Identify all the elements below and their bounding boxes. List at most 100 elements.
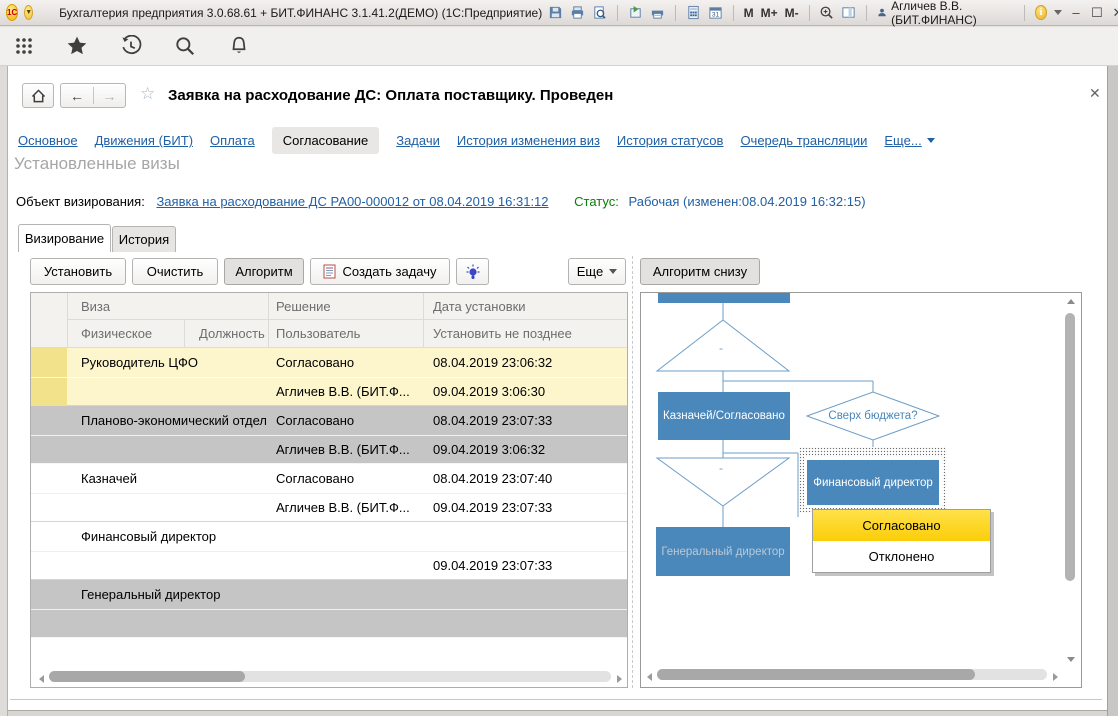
apps-grid-icon[interactable] — [14, 36, 34, 56]
close-button[interactable]: ✕ — [1111, 5, 1118, 21]
h-scrollbar-thumb[interactable] — [657, 669, 975, 680]
print-preview-icon[interactable] — [592, 4, 607, 21]
col-deadline[interactable]: Установить не позднее — [433, 319, 572, 348]
visa-cell[interactable]: Генеральный директор — [81, 580, 266, 609]
approval-flowchart[interactable]: - - Казначей/Согласовано Сверх бюджета? … — [640, 292, 1082, 688]
table-row[interactable]: Финансовый директор 09.04.2019 23:07:33 — [31, 522, 627, 580]
col-visa[interactable]: Виза — [81, 293, 110, 319]
notifications-bell-icon[interactable] — [228, 35, 250, 57]
panel-splitter[interactable] — [632, 256, 633, 688]
nav-link-broadcast-queue[interactable]: Очередь трансляции — [740, 133, 867, 148]
scroll-down-icon[interactable] — [1067, 657, 1075, 662]
col-person[interactable]: Физическое — [81, 319, 152, 348]
nav-link-payment[interactable]: Оплата — [210, 133, 255, 148]
object-link[interactable]: Заявка на расходование ДС РА00-000012 от… — [156, 194, 548, 209]
nav-link-main[interactable]: Основное — [18, 133, 78, 148]
scroll-left-icon[interactable] — [39, 675, 44, 683]
info-dropdown-icon[interactable] — [1054, 10, 1062, 15]
table-row[interactable]: Генеральный директор — [31, 580, 627, 638]
date-cell[interactable]: 08.04.2019 23:06:32 — [433, 348, 623, 377]
search-icon[interactable] — [174, 35, 196, 57]
favorite-star-icon[interactable]: ☆ — [140, 84, 155, 104]
deadline-cell[interactable]: 09.04.2019 3:06:32 — [433, 435, 623, 464]
tab-history[interactable]: История — [112, 226, 176, 252]
menu-item-approve[interactable]: Согласовано — [813, 510, 990, 541]
print-settings-icon[interactable] — [650, 4, 665, 21]
table-row[interactable]: Планово-экономический отдел Согласовано … — [31, 406, 627, 464]
tab-visa[interactable]: Визирование — [18, 224, 111, 252]
deadline-cell[interactable]: 09.04.2019 3:06:30 — [433, 377, 623, 406]
home-button[interactable] — [22, 83, 54, 108]
decision-cell[interactable]: Согласовано — [276, 348, 421, 377]
visa-table[interactable]: Виза Решение Дата установки Физическое Д… — [30, 292, 628, 688]
flow-node-treasurer[interactable]: Казначей/Согласовано — [658, 392, 790, 440]
menu-item-decline[interactable]: Отклонено — [813, 541, 990, 572]
more-button[interactable]: Еще — [568, 258, 626, 285]
visa-cell[interactable]: Финансовый директор — [81, 522, 266, 551]
user-cell[interactable]: Агличев В.В. (БИТ.Ф... — [276, 493, 421, 522]
svg-text:31: 31 — [712, 12, 720, 19]
nav-link-status-history[interactable]: История статусов — [617, 133, 724, 148]
scroll-up-icon[interactable] — [1067, 299, 1075, 304]
scroll-right-icon[interactable] — [617, 675, 622, 683]
nav-link-tasks[interactable]: Задачи — [396, 133, 440, 148]
favorites-star-icon[interactable] — [66, 35, 88, 57]
scroll-right-icon[interactable] — [1053, 673, 1058, 681]
print-icon[interactable] — [570, 4, 585, 21]
v-scrollbar-thumb[interactable] — [1065, 313, 1075, 581]
calendar-icon[interactable]: 31 — [708, 4, 723, 21]
history-icon[interactable] — [120, 35, 142, 57]
window-scrollbar[interactable] — [1107, 66, 1118, 716]
algorithm-button[interactable]: Алгоритм — [224, 258, 304, 285]
back-button[interactable]: ← — [61, 88, 93, 104]
table-row[interactable]: Руководитель ЦФО Согласовано 08.04.2019 … — [31, 348, 627, 406]
col-position[interactable]: Должность — [199, 319, 265, 348]
deadline-cell[interactable]: 09.04.2019 23:07:33 — [433, 493, 623, 522]
scroll-left-icon[interactable] — [647, 673, 652, 681]
nav-link-more[interactable]: Еще... — [884, 133, 934, 148]
flow-condition-over-budget[interactable]: Сверх бюджета? — [808, 404, 938, 428]
visa-cell[interactable]: Планово-экономический отдел — [81, 406, 266, 435]
decision-cell[interactable]: Согласовано — [276, 406, 421, 435]
flow-node-gen-director[interactable]: Генеральный директор — [656, 527, 790, 576]
memory-m-plus-button[interactable]: M+ — [761, 6, 778, 20]
col-date-set[interactable]: Дата установки — [433, 293, 526, 319]
user-cell[interactable]: Агличев В.В. (БИТ.Ф... — [276, 377, 421, 406]
visa-cell[interactable]: Руководитель ЦФО — [81, 348, 266, 377]
create-task-button[interactable]: Создать задачу — [310, 258, 450, 285]
flow-node-fin-director[interactable]: Финансовый директор — [807, 460, 939, 505]
main-menu-dropdown-icon[interactable]: ▼ — [24, 5, 33, 20]
set-visa-button[interactable]: Установить — [30, 258, 126, 285]
visa-cell[interactable]: Казначей — [81, 464, 266, 493]
info-icon[interactable]: i — [1035, 5, 1047, 20]
memory-m-button[interactable]: M — [744, 6, 754, 20]
clear-visa-button[interactable]: Очистить — [132, 258, 218, 285]
split-view-icon[interactable] — [841, 4, 856, 21]
divider — [733, 5, 734, 21]
date-cell[interactable]: 08.04.2019 23:07:40 — [433, 464, 623, 493]
save-icon[interactable] — [548, 4, 563, 21]
date-cell[interactable]: 08.04.2019 23:07:33 — [433, 406, 623, 435]
calculator-icon[interactable] — [686, 4, 701, 21]
table-row[interactable]: Казначей Согласовано 08.04.2019 23:07:40… — [31, 464, 627, 522]
task-document-icon — [323, 264, 336, 279]
memory-m-minus-button[interactable]: M- — [785, 6, 799, 20]
send-icon[interactable] — [628, 4, 643, 21]
hint-bulb-button[interactable] — [456, 258, 489, 285]
zoom-icon[interactable] — [819, 4, 834, 21]
current-user[interactable]: Агличев В.В. (БИТ.ФИНАНС) — [877, 0, 1014, 27]
col-user[interactable]: Пользователь — [276, 319, 360, 348]
nav-link-approval-active[interactable]: Согласование — [272, 127, 379, 154]
nav-link-visa-history[interactable]: История изменения виз — [457, 133, 600, 148]
h-scrollbar-thumb[interactable] — [49, 671, 245, 682]
algorithm-bottom-button[interactable]: Алгоритм снизу — [640, 258, 760, 285]
nav-link-movements[interactable]: Движения (БИТ) — [95, 133, 193, 148]
decision-cell[interactable]: Согласовано — [276, 464, 421, 493]
col-decision[interactable]: Решение — [276, 293, 331, 319]
minimize-button[interactable]: – — [1069, 5, 1083, 20]
forward-button[interactable]: → — [94, 88, 125, 104]
form-close-icon[interactable]: ✕ — [1089, 85, 1101, 102]
user-cell[interactable]: Агличев В.В. (БИТ.Ф... — [276, 435, 421, 464]
deadline-cell[interactable]: 09.04.2019 23:07:33 — [433, 551, 623, 580]
maximize-button[interactable]: ☐ — [1090, 5, 1104, 21]
